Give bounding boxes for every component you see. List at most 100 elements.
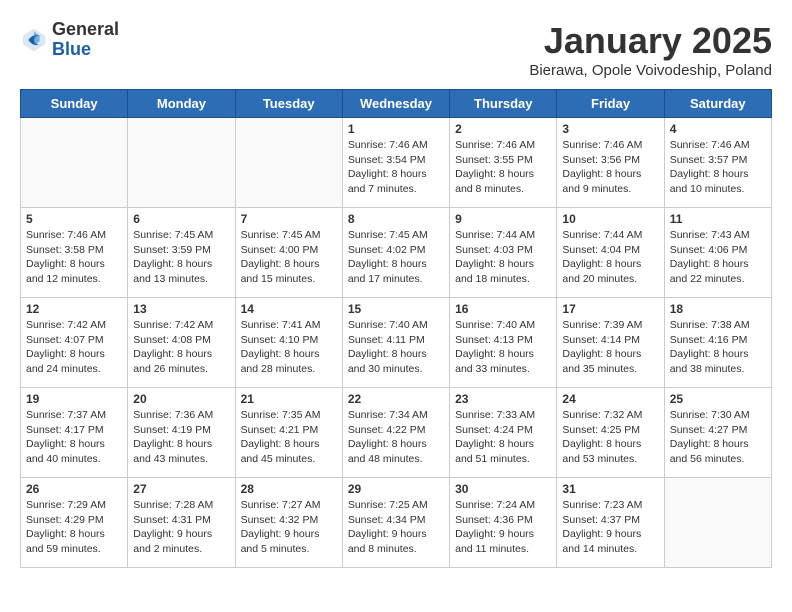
day-cell-5: 5 Sunrise: 7:46 AM Sunset: 3:58 PM Daylig… xyxy=(21,208,128,298)
day-number: 7 xyxy=(241,212,337,226)
weekday-header-monday: Monday xyxy=(128,90,235,118)
day-info: Sunrise: 7:43 AM Sunset: 4:06 PM Dayligh… xyxy=(670,228,766,287)
day-number: 6 xyxy=(133,212,229,226)
day-number: 22 xyxy=(348,392,444,406)
day-info: Sunrise: 7:27 AM Sunset: 4:32 PM Dayligh… xyxy=(241,498,337,557)
week-row-3: 12Sunrise: 7:42 AM Sunset: 4:07 PM Dayli… xyxy=(21,298,772,388)
day-number: 21 xyxy=(241,392,337,406)
page-header: General Blue January 2025 Bierawa, Opole… xyxy=(20,20,772,79)
day-number: 31 xyxy=(562,482,658,496)
day-cell-20: 20 Sunrise: 7:36 AM Sunset: 4:19 PM Dayli… xyxy=(128,388,235,478)
day-info: Sunrise: 7:40 AM Sunset: 4:11 PM Dayligh… xyxy=(348,318,444,377)
title-block: January 2025 Bierawa, Opole Voivodeship,… xyxy=(529,20,772,79)
day-cell-31: 31 Sunrise: 7:23 AM Sunset: 4:37 PM Dayli… xyxy=(557,478,664,568)
day-number: 13 xyxy=(133,302,229,316)
day-number: 19 xyxy=(26,392,122,406)
week-row-1: 1 Sunrise: 7:46 AM Sunset: 3:54 PM Daylig… xyxy=(21,118,772,208)
day-info: Sunrise: 7:35 AM Sunset: 4:21 PM Dayligh… xyxy=(241,408,337,467)
logo: General Blue xyxy=(20,20,119,60)
day-cell-11: 11 Sunrise: 7:43 AM Sunset: 4:06 PM Dayli… xyxy=(664,208,771,298)
day-number: 26 xyxy=(26,482,122,496)
day-cell-24: 24Sunrise: 7:32 AM Sunset: 4:25 PM Dayli… xyxy=(557,388,664,478)
day-cell-29: 29 Sunrise: 7:25 AM Sunset: 4:34 PM Dayli… xyxy=(342,478,449,568)
day-cell-10: 10Sunrise: 7:44 AM Sunset: 4:04 PM Dayli… xyxy=(557,208,664,298)
day-info: Sunrise: 7:33 AM Sunset: 4:24 PM Dayligh… xyxy=(455,408,551,467)
day-cell-15: 15 Sunrise: 7:40 AM Sunset: 4:11 PM Dayli… xyxy=(342,298,449,388)
day-cell-16: 16Sunrise: 7:40 AM Sunset: 4:13 PM Dayli… xyxy=(450,298,557,388)
day-info: Sunrise: 7:34 AM Sunset: 4:22 PM Dayligh… xyxy=(348,408,444,467)
day-info: Sunrise: 7:46 AM Sunset: 3:58 PM Dayligh… xyxy=(26,228,122,287)
day-number: 27 xyxy=(133,482,229,496)
day-cell-empty xyxy=(235,118,342,208)
day-info: Sunrise: 7:40 AM Sunset: 4:13 PM Dayligh… xyxy=(455,318,551,377)
day-number: 1 xyxy=(348,122,444,136)
weekday-header-saturday: Saturday xyxy=(664,90,771,118)
day-cell-17: 17Sunrise: 7:39 AM Sunset: 4:14 PM Dayli… xyxy=(557,298,664,388)
day-cell-3: 3Sunrise: 7:46 AM Sunset: 3:56 PM Daylig… xyxy=(557,118,664,208)
logo-icon xyxy=(20,26,48,54)
weekday-header-friday: Friday xyxy=(557,90,664,118)
day-info: Sunrise: 7:38 AM Sunset: 4:16 PM Dayligh… xyxy=(670,318,766,377)
day-cell-30: 30Sunrise: 7:24 AM Sunset: 4:36 PM Dayli… xyxy=(450,478,557,568)
day-info: Sunrise: 7:36 AM Sunset: 4:19 PM Dayligh… xyxy=(133,408,229,467)
day-info: Sunrise: 7:46 AM Sunset: 3:56 PM Dayligh… xyxy=(562,138,658,197)
day-cell-9: 9Sunrise: 7:44 AM Sunset: 4:03 PM Daylig… xyxy=(450,208,557,298)
day-cell-14: 14Sunrise: 7:41 AM Sunset: 4:10 PM Dayli… xyxy=(235,298,342,388)
day-info: Sunrise: 7:39 AM Sunset: 4:14 PM Dayligh… xyxy=(562,318,658,377)
day-info: Sunrise: 7:45 AM Sunset: 4:02 PM Dayligh… xyxy=(348,228,444,287)
location-subtitle: Bierawa, Opole Voivodeship, Poland xyxy=(529,62,772,79)
day-info: Sunrise: 7:46 AM Sunset: 3:55 PM Dayligh… xyxy=(455,138,551,197)
day-info: Sunrise: 7:23 AM Sunset: 4:37 PM Dayligh… xyxy=(562,498,658,557)
day-number: 9 xyxy=(455,212,551,226)
day-info: Sunrise: 7:45 AM Sunset: 3:59 PM Dayligh… xyxy=(133,228,229,287)
day-number: 28 xyxy=(241,482,337,496)
week-row-4: 19 Sunrise: 7:37 AM Sunset: 4:17 PM Dayli… xyxy=(21,388,772,478)
day-cell-4: 4Sunrise: 7:46 AM Sunset: 3:57 PM Daylig… xyxy=(664,118,771,208)
day-cell-13: 13 Sunrise: 7:42 AM Sunset: 4:08 PM Dayli… xyxy=(128,298,235,388)
day-number: 30 xyxy=(455,482,551,496)
day-info: Sunrise: 7:42 AM Sunset: 4:08 PM Dayligh… xyxy=(133,318,229,377)
day-number: 11 xyxy=(670,212,766,226)
day-cell-25: 25Sunrise: 7:30 AM Sunset: 4:27 PM Dayli… xyxy=(664,388,771,478)
day-number: 8 xyxy=(348,212,444,226)
day-info: Sunrise: 7:29 AM Sunset: 4:29 PM Dayligh… xyxy=(26,498,122,557)
weekday-header-row: SundayMondayTuesdayWednesdayThursdayFrid… xyxy=(21,90,772,118)
day-cell-18: 18 Sunrise: 7:38 AM Sunset: 4:16 PM Dayli… xyxy=(664,298,771,388)
day-info: Sunrise: 7:37 AM Sunset: 4:17 PM Dayligh… xyxy=(26,408,122,467)
day-number: 4 xyxy=(670,122,766,136)
logo-text: General Blue xyxy=(52,20,119,60)
week-row-2: 5 Sunrise: 7:46 AM Sunset: 3:58 PM Daylig… xyxy=(21,208,772,298)
day-cell-empty xyxy=(21,118,128,208)
day-cell-19: 19 Sunrise: 7:37 AM Sunset: 4:17 PM Dayli… xyxy=(21,388,128,478)
day-number: 29 xyxy=(348,482,444,496)
day-number: 2 xyxy=(455,122,551,136)
day-info: Sunrise: 7:41 AM Sunset: 4:10 PM Dayligh… xyxy=(241,318,337,377)
day-info: Sunrise: 7:28 AM Sunset: 4:31 PM Dayligh… xyxy=(133,498,229,557)
day-info: Sunrise: 7:25 AM Sunset: 4:34 PM Dayligh… xyxy=(348,498,444,557)
day-cell-8: 8 Sunrise: 7:45 AM Sunset: 4:02 PM Daylig… xyxy=(342,208,449,298)
week-row-5: 26 Sunrise: 7:29 AM Sunset: 4:29 PM Dayli… xyxy=(21,478,772,568)
day-cell-27: 27 Sunrise: 7:28 AM Sunset: 4:31 PM Dayli… xyxy=(128,478,235,568)
day-number: 15 xyxy=(348,302,444,316)
weekday-header-wednesday: Wednesday xyxy=(342,90,449,118)
weekday-header-thursday: Thursday xyxy=(450,90,557,118)
day-cell-empty xyxy=(664,478,771,568)
day-cell-empty xyxy=(128,118,235,208)
day-info: Sunrise: 7:42 AM Sunset: 4:07 PM Dayligh… xyxy=(26,318,122,377)
day-number: 25 xyxy=(670,392,766,406)
month-title: January 2025 xyxy=(529,20,772,62)
day-cell-7: 7 Sunrise: 7:45 AM Sunset: 4:00 PM Daylig… xyxy=(235,208,342,298)
day-info: Sunrise: 7:32 AM Sunset: 4:25 PM Dayligh… xyxy=(562,408,658,467)
day-cell-23: 23 Sunrise: 7:33 AM Sunset: 4:24 PM Dayli… xyxy=(450,388,557,478)
weekday-header-tuesday: Tuesday xyxy=(235,90,342,118)
day-cell-12: 12Sunrise: 7:42 AM Sunset: 4:07 PM Dayli… xyxy=(21,298,128,388)
day-cell-1: 1 Sunrise: 7:46 AM Sunset: 3:54 PM Daylig… xyxy=(342,118,449,208)
day-info: Sunrise: 7:46 AM Sunset: 3:54 PM Dayligh… xyxy=(348,138,444,197)
day-cell-2: 2 Sunrise: 7:46 AM Sunset: 3:55 PM Daylig… xyxy=(450,118,557,208)
day-number: 18 xyxy=(670,302,766,316)
day-number: 23 xyxy=(455,392,551,406)
day-number: 20 xyxy=(133,392,229,406)
day-number: 5 xyxy=(26,212,122,226)
day-cell-21: 21 Sunrise: 7:35 AM Sunset: 4:21 PM Dayli… xyxy=(235,388,342,478)
day-info: Sunrise: 7:45 AM Sunset: 4:00 PM Dayligh… xyxy=(241,228,337,287)
